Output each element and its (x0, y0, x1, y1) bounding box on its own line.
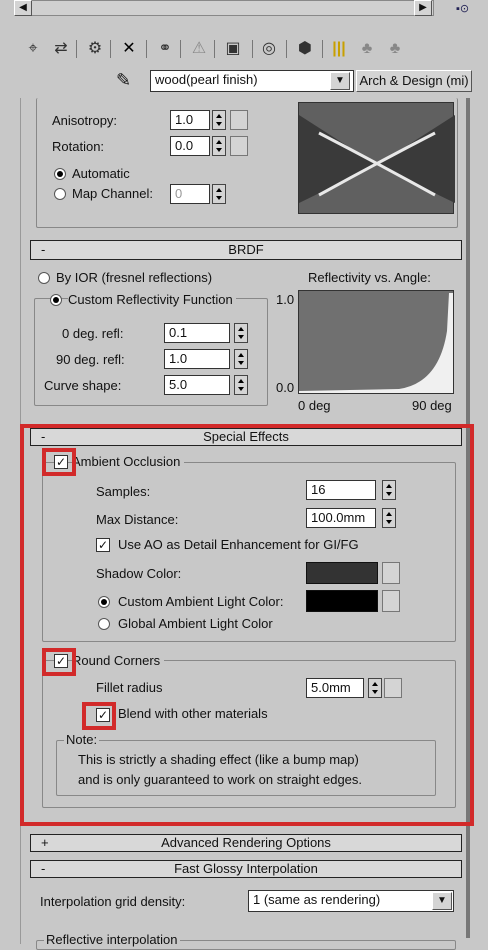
fast-glossy-rollout-header[interactable]: - Fast Glossy Interpolation (30, 860, 462, 878)
delete-icon[interactable]: ✕ (118, 38, 140, 60)
anisotropy-preview (298, 102, 455, 214)
advanced-rendering-rollout-header[interactable]: + Advanced Rendering Options (30, 834, 462, 852)
round-corners-highlight (42, 648, 76, 676)
deg0-label: 0 deg. refl: (62, 326, 124, 341)
map-channel-spinner[interactable] (212, 184, 226, 204)
make-unique-icon[interactable]: ⚭ (154, 38, 176, 60)
anisotropy-field[interactable]: 1.0 (170, 110, 210, 130)
rotation-spinner[interactable] (212, 136, 226, 156)
rotation-map-button[interactable] (230, 136, 248, 156)
rotation-label: Rotation: (52, 139, 105, 154)
scroll-right-button[interactable]: ▶ (414, 0, 432, 16)
brdf-rollout-header[interactable]: - BRDF (30, 240, 462, 260)
by-ior-radio[interactable] (38, 272, 50, 284)
deg0-field[interactable]: 0.1 (164, 323, 230, 343)
eyedropper-icon[interactable]: ✎ (116, 70, 131, 91)
curve-shape-label: Curve shape: (44, 378, 122, 393)
interp-grid-dropdown-arrow[interactable]: ▼ (432, 892, 452, 910)
material-id-icon[interactable]: ▣ (222, 38, 244, 60)
map-channel-radio[interactable] (54, 188, 66, 200)
pick-material-icon[interactable]: ⌖ (22, 38, 44, 60)
graph-x-left: 0 deg (298, 398, 331, 413)
reflective-interp-label: Reflective interpolation (44, 932, 180, 948)
scroll-left-button[interactable]: ◀ (14, 0, 32, 16)
fast-glossy-collapse-sign: - (41, 861, 46, 876)
anisotropy-label: Anisotropy: (52, 113, 118, 128)
brdf-collapse-sign: - (41, 242, 46, 257)
deg90-field[interactable]: 1.0 (164, 349, 230, 369)
curve-shape-spinner[interactable] (234, 375, 248, 395)
advanced-rendering-expand-sign: + (41, 835, 49, 850)
graph-y-top: 1.0 (276, 292, 295, 307)
material-name-field[interactable]: wood(pearl finish) (150, 70, 354, 92)
show-map-icon[interactable]: ◎ (258, 38, 280, 60)
interp-grid-dropdown[interactable]: 1 (same as rendering) (248, 890, 454, 912)
blend-materials-highlight (82, 702, 116, 730)
show-end-result-icon[interactable]: ⬢ (294, 38, 316, 60)
anisotropy-highlight-graphic (299, 115, 455, 203)
deg90-label: 90 deg. refl: (56, 352, 125, 367)
top-scrollbar[interactable] (14, 0, 434, 16)
brdf-title: BRDF (228, 242, 264, 257)
put-to-scene-icon[interactable]: ⇄ (50, 38, 72, 60)
deg0-spinner[interactable] (234, 323, 248, 343)
material-type-button[interactable]: Arch & Design (mi) (356, 70, 472, 92)
graph-x-right: 90 deg (412, 398, 452, 413)
assign-material-icon[interactable]: ⚙ (84, 38, 106, 60)
map-channel-label: Map Channel: (72, 186, 153, 201)
deg90-spinner[interactable] (234, 349, 248, 369)
ambient-occlusion-highlight (42, 448, 76, 476)
reflectivity-graph (298, 290, 454, 394)
corner-icon: ▪⊙ (456, 3, 470, 15)
automatic-radio[interactable] (54, 168, 66, 180)
anisotropy-spinner[interactable] (212, 110, 226, 130)
go-forward-icon[interactable]: ♣ (356, 38, 378, 60)
anisotropy-map-button[interactable] (230, 110, 248, 130)
fast-glossy-title: Fast Glossy Interpolation (174, 861, 318, 876)
by-ior-label: By IOR (fresnel reflections) (56, 270, 213, 285)
advanced-rendering-title: Advanced Rendering Options (161, 835, 331, 850)
map-channel-field[interactable]: 0 (170, 184, 210, 204)
curve-shape-field[interactable]: 5.0 (164, 375, 230, 395)
go-to-parent-icon[interactable]: ||| (328, 38, 350, 60)
reflectivity-graph-title: Reflectivity vs. Angle: (308, 270, 431, 285)
custom-reflectivity-label: Custom Reflectivity Function (68, 292, 236, 308)
graph-y-bottom: 0.0 (276, 380, 295, 395)
automatic-label: Automatic (72, 166, 130, 181)
special-effects-highlight (20, 424, 474, 826)
material-name-dropdown[interactable]: ▼ (330, 72, 350, 90)
custom-reflectivity-radio[interactable] (50, 294, 62, 306)
rotation-field[interactable]: 0.0 (170, 136, 210, 156)
put-to-library-icon[interactable]: ⚠ (188, 38, 210, 60)
interp-grid-label: Interpolation grid density: (40, 894, 186, 909)
options-icon[interactable]: ♣ (384, 38, 406, 60)
